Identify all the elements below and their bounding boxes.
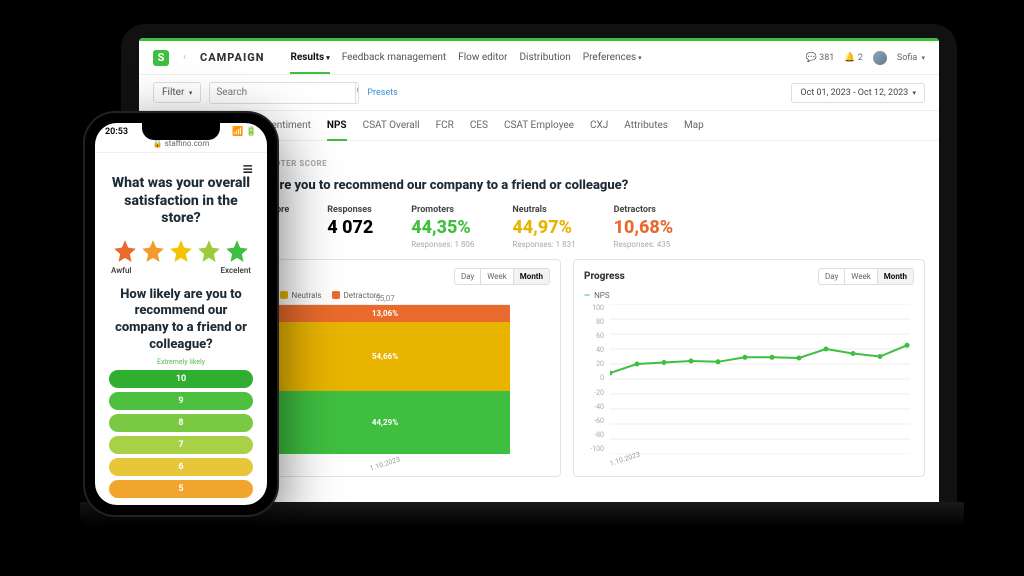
survey-q2: How likely are you to recommend our comp…: [109, 287, 253, 355]
bell-icon[interactable]: 🔔 2: [844, 53, 863, 63]
tab-cxj[interactable]: CXJ: [590, 111, 608, 140]
star-4[interactable]: [196, 238, 222, 264]
period-toggle[interactable]: Day Week Month: [818, 268, 914, 285]
avatar[interactable]: [873, 51, 887, 65]
star-5[interactable]: [224, 238, 250, 264]
star-scale-labels: AwfulExcelent: [109, 266, 253, 281]
nps-series: [610, 342, 910, 375]
metric-responses: Responses 4 072: [327, 205, 373, 249]
nps-8[interactable]: 8: [109, 414, 253, 432]
chat-icon[interactable]: 💬 381: [806, 53, 835, 63]
seg-promoters: 44,29%: [260, 391, 510, 454]
period-week[interactable]: Week: [480, 269, 513, 284]
nav-preferences[interactable]: Preferences▾: [583, 42, 642, 73]
nps-9[interactable]: 9: [109, 392, 253, 410]
star-3[interactable]: [168, 238, 194, 264]
seg-detractors: 13,06%: [260, 305, 510, 323]
nps-6[interactable]: 6: [109, 458, 253, 476]
app-header: S ‹ CAMPAIGN Results▾ Feedback managemen…: [139, 41, 939, 75]
star-2[interactable]: [140, 238, 166, 264]
hamburger-icon[interactable]: ≡: [242, 159, 253, 180]
tab-ces[interactable]: CES: [470, 111, 488, 140]
search-field[interactable]: [210, 83, 355, 103]
metric-neutrals: Neutrals 44,97% Responses: 1 831: [512, 205, 575, 249]
breadcrumb-separator: ‹: [183, 52, 186, 63]
nps-5[interactable]: 5: [109, 480, 253, 498]
filter-button[interactable]: Filter ▾: [153, 82, 201, 103]
nav-flow[interactable]: Flow editor: [458, 42, 507, 73]
nav-distribution[interactable]: Distribution: [519, 42, 570, 73]
tab-fcr[interactable]: FCR: [436, 111, 454, 140]
period-month[interactable]: Month: [513, 269, 549, 284]
tab-nps[interactable]: NPS: [327, 111, 347, 140]
period-week[interactable]: Week: [844, 269, 877, 284]
nav-results[interactable]: Results▾: [290, 42, 329, 73]
user-menu[interactable]: Sofia ▾: [897, 53, 925, 63]
survey-q1: What was your overall satisfaction in th…: [109, 175, 253, 228]
presets-link[interactable]: Presets: [367, 88, 397, 98]
phone-notch: [142, 123, 220, 140]
cards-row: NPS detail Day Week Month Promoters Neut…: [209, 259, 925, 477]
likely-label: Extremely likely: [109, 358, 253, 366]
tab-csat-overall[interactable]: CSAT Overall: [363, 111, 420, 140]
nps-10[interactable]: 10: [109, 370, 253, 388]
app-logo[interactable]: S: [153, 50, 169, 66]
period-day[interactable]: Day: [455, 269, 480, 284]
metric-promoters: Promoters 44,35% Responses: 1 806: [411, 205, 474, 249]
seg-neutrals: 54,66%: [260, 322, 510, 391]
tab-csat-employee[interactable]: CSAT Employee: [504, 111, 574, 140]
nps-7[interactable]: 7: [109, 436, 253, 454]
period-month[interactable]: Month: [877, 269, 913, 284]
tab-attributes[interactable]: Attributes: [624, 111, 668, 140]
star-1[interactable]: [112, 238, 138, 264]
metric-detractors: Detractors 10,68% Responses: 435: [614, 205, 674, 249]
nav-feedback[interactable]: Feedback management: [342, 42, 446, 73]
y-axis: 100806040200-20-40-60-80-100: [584, 304, 608, 454]
nps-question: How likely are you to recommend our comp…: [209, 178, 925, 193]
star-rating[interactable]: [109, 238, 253, 264]
phone-frame: 20:53 📶 🔋 🔒 staffino.com ≡ What was your…: [85, 113, 277, 515]
date-range-picker[interactable]: Oct 01, 2023 - Oct 12, 2023 ▾: [791, 83, 925, 103]
primary-nav: Results▾ Feedback management Flow editor…: [290, 42, 641, 73]
line-chart: 100806040200-20-40-60-80-100: [584, 304, 914, 468]
period-toggle[interactable]: Day Week Month: [454, 268, 550, 285]
filter-bar: Filter ▾ 🔍 Presets Oct 01, 2023 - Oct 12…: [139, 75, 939, 111]
metrics-row: Net Promoter Score 7 Responses 4 072 Pro…: [209, 205, 925, 249]
stacked-bar-chart: 55,07 13,06% 54,66% 44,29% 1.10.2023: [260, 304, 510, 454]
signal-icon: 📶 🔋: [232, 127, 257, 137]
period-day[interactable]: Day: [819, 269, 844, 284]
phone-screen: 20:53 📶 🔋 🔒 staffino.com ≡ What was your…: [95, 123, 267, 505]
breadcrumb[interactable]: CAMPAIGN: [200, 51, 264, 64]
card-title: Progress: [584, 271, 625, 282]
phone-time: 20:53: [105, 127, 128, 137]
tab-map[interactable]: Map: [684, 111, 704, 140]
header-right: 💬 381 🔔 2 Sofia ▾: [806, 51, 925, 65]
search-input[interactable]: 🔍: [209, 82, 359, 104]
progress-legend: — NPS: [584, 291, 914, 300]
search-icon[interactable]: 🔍: [355, 83, 359, 103]
progress-card: Progress Day Week Month — NPS 1008060402…: [573, 259, 925, 477]
